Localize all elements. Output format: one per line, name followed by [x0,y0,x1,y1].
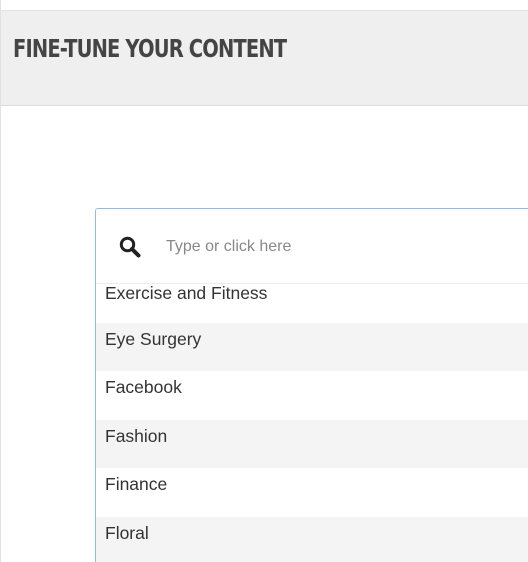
list-item[interactable]: Facebook [96,371,528,420]
list-item[interactable]: Eye Surgery [96,322,528,372]
page-title: FINE-TUNE YOUR CONTENT [13,34,287,63]
panel-header: FINE-TUNE YOUR CONTENT [1,10,528,106]
list-item[interactable]: Fashion [96,419,528,469]
search-icon [118,235,142,259]
list-item[interactable]: Finance [96,468,528,517]
content-panel: FINE-TUNE YOUR CONTENT Exercise and Fitn… [0,0,528,562]
search-input[interactable] [166,234,506,260]
list-item[interactable]: Exercise and Fitness [96,274,528,323]
options-list: Exercise and Fitness Eye Surgery Faceboo… [96,274,528,562]
search-row [96,209,528,284]
list-item[interactable]: Floral [96,516,528,562]
topic-dropdown: Exercise and Fitness Eye Surgery Faceboo… [95,208,528,562]
